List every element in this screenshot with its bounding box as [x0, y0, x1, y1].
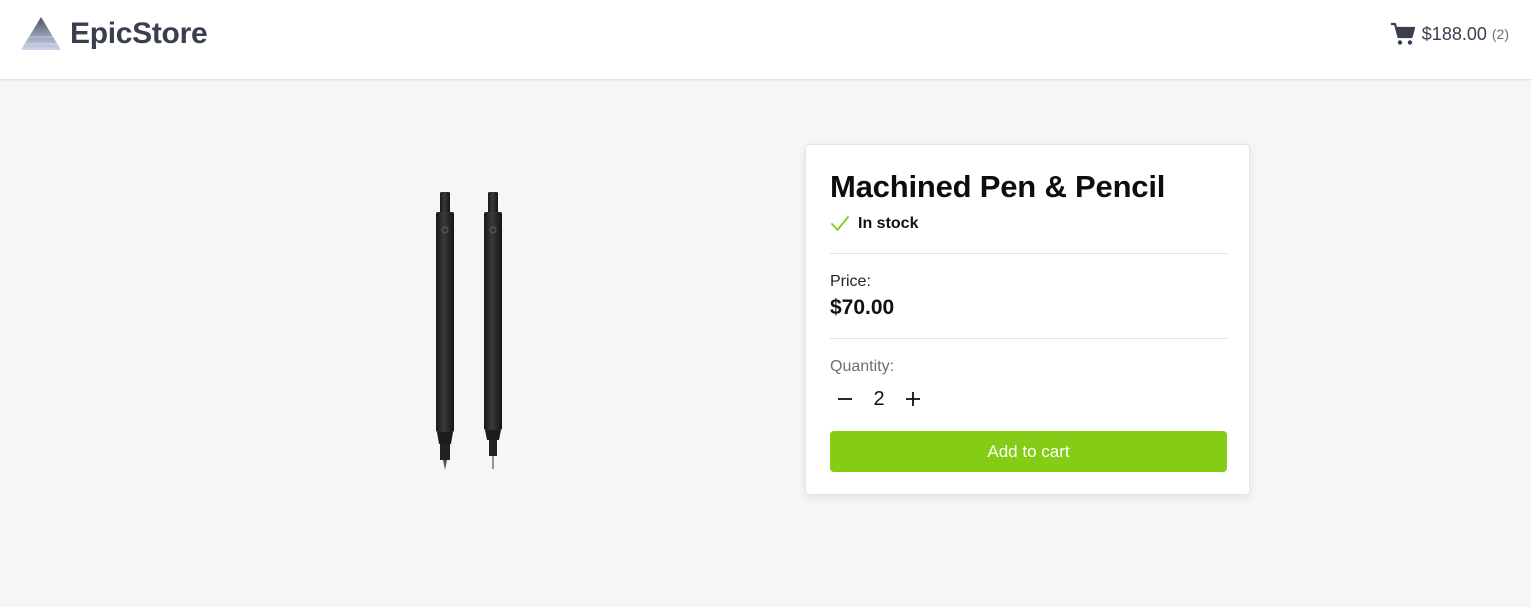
quantity-label: Quantity:: [830, 358, 895, 375]
quantity-stepper: 2: [830, 385, 928, 413]
price-label: Price:: [830, 273, 871, 290]
product-title: Machined Pen & Pencil: [830, 169, 1166, 204]
minus-icon: [838, 398, 852, 400]
checkmark-icon: [831, 216, 849, 231]
stock-status-label: In stock: [858, 215, 919, 232]
product-panel: Machined Pen & Pencil In stock Price: $7…: [805, 144, 1250, 495]
cart-summary-button[interactable]: $188.00 (2): [1390, 21, 1509, 47]
logo-link[interactable]: EpicStore: [20, 15, 208, 52]
cart-total: $188.00: [1421, 23, 1487, 44]
cart-item-count: (2): [1491, 26, 1509, 42]
stock-status: In stock: [830, 215, 918, 233]
brand-name: EpicStore: [70, 16, 208, 50]
pen-and-pencil-image: [436, 192, 502, 470]
divider: [830, 338, 1227, 339]
increase-quantity-button[interactable]: [898, 385, 928, 413]
site-header: EpicStore $188.00 (2): [0, 0, 1531, 80]
pyramid-logo-icon: [21, 17, 61, 50]
add-to-cart-button[interactable]: Add to cart: [830, 431, 1227, 472]
shopping-cart-icon: [1390, 22, 1415, 45]
divider: [830, 253, 1227, 254]
plus-icon: [906, 392, 920, 406]
price-value: $70.00: [830, 296, 895, 319]
quantity-value[interactable]: 2: [860, 388, 898, 411]
decrease-quantity-button[interactable]: [830, 385, 860, 413]
